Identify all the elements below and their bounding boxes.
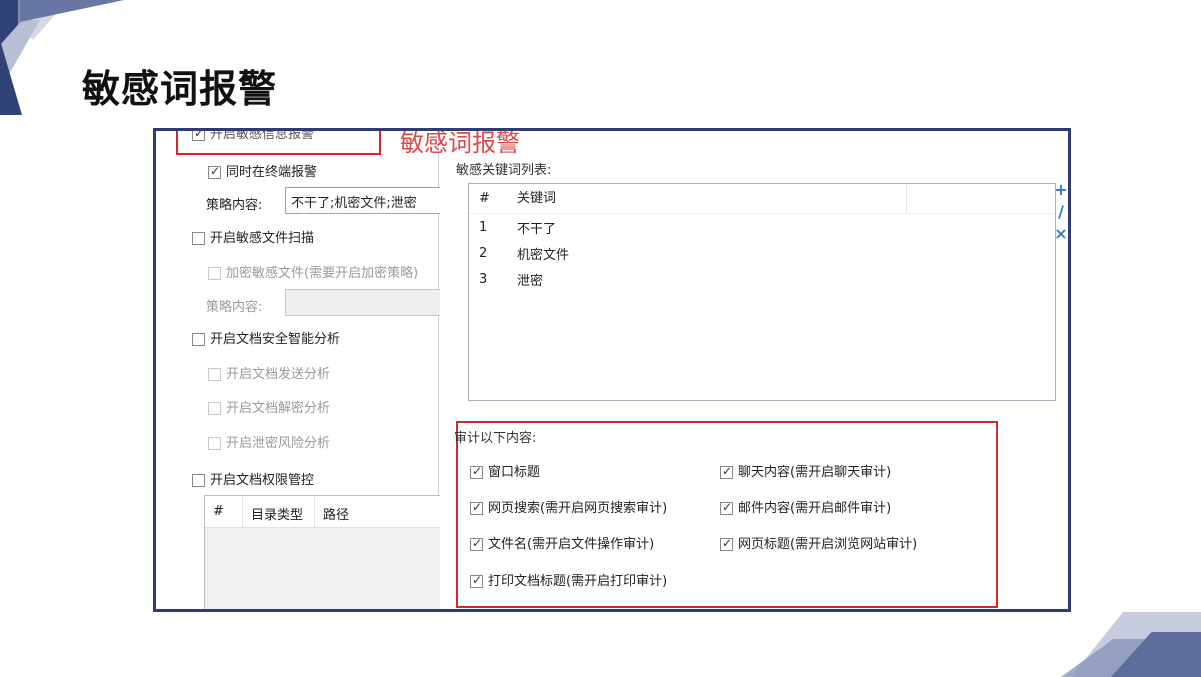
directory-table: # 目录类型 路径 xyxy=(204,495,444,609)
doc-decrypt-option[interactable]: 开启文档解密分析 xyxy=(208,397,330,416)
column-header[interactable]: # xyxy=(205,496,243,527)
audit-option-label: 聊天内容(需开启聊天审计) xyxy=(738,465,892,480)
doc-analysis-checkbox[interactable] xyxy=(192,333,205,346)
encrypt-sensitive-label: 加密敏感文件(需要开启加密策略) xyxy=(226,266,419,281)
strategy-input[interactable]: 不干了;机密文件;泄密 xyxy=(285,187,445,214)
audit-option-web-title[interactable]: 网页标题(需开启浏览网站审计) xyxy=(720,533,917,552)
audit-option-window-title[interactable]: 窗口标题 xyxy=(470,461,540,480)
keyword-table-header: # 关键词 xyxy=(469,183,1055,214)
keyword-panel: 敏感词报警 敏感关键词列表: # 关键词 1 不干了 2 机密文件 3 泄密 +… xyxy=(400,131,1068,609)
overlay-annotation-title: 敏感词报警 xyxy=(400,129,520,157)
sensitive-scan-label: 开启敏感文件扫描 xyxy=(210,231,315,246)
strategy-label-2: 策略内容: xyxy=(206,300,263,315)
column-header[interactable]: # xyxy=(469,191,507,206)
add-icon[interactable]: + xyxy=(1054,179,1068,201)
doc-send-label: 开启文档发送分析 xyxy=(226,367,331,382)
audit-option-label: 窗口标题 xyxy=(488,465,541,480)
table-row[interactable]: 2 机密文件 xyxy=(469,240,1055,266)
column-header[interactable]: 路径 xyxy=(315,496,357,527)
row-number: 2 xyxy=(479,245,488,261)
audit-option-mail[interactable]: 邮件内容(需开启邮件审计) xyxy=(720,497,891,516)
keyword-cell: 机密文件 xyxy=(517,247,570,263)
audit-option-print-title[interactable]: 打印文档标题(需开启打印审计) xyxy=(470,570,667,589)
sync-terminal-checkbox[interactable] xyxy=(208,164,221,179)
row-number: 1 xyxy=(479,219,488,235)
page-title: 敏感词报警 xyxy=(82,67,278,111)
leak-risk-option[interactable]: 开启泄密风险分析 xyxy=(208,432,330,451)
strategy-input-2[interactable] xyxy=(285,289,445,316)
doc-decrypt-checkbox[interactable] xyxy=(208,402,221,415)
enable-alert-label: 开启敏感信息报警 xyxy=(210,128,315,142)
delete-icon[interactable]: × xyxy=(1054,223,1068,245)
audit-option-label: 文件名(需开启文件操作审计) xyxy=(488,537,655,552)
doc-permission-label: 开启文档权限管控 xyxy=(210,473,315,488)
audit-option-filename[interactable]: 文件名(需开启文件操作审计) xyxy=(470,533,654,552)
enable-alert-option[interactable]: 开启敏感信息报警 xyxy=(192,128,315,142)
audit-option-label: 网页搜索(需开启网页搜索审计) xyxy=(488,501,668,516)
encrypt-sensitive-option[interactable]: 加密敏感文件(需要开启加密策略) xyxy=(208,262,418,281)
column-header[interactable]: 目录类型 xyxy=(243,496,315,527)
audit-checkbox[interactable] xyxy=(470,573,483,588)
edit-icon[interactable]: / xyxy=(1054,201,1068,223)
audit-option-chat[interactable]: 聊天内容(需开启聊天审计) xyxy=(720,461,891,480)
audit-option-label: 打印文档标题(需开启打印审计) xyxy=(488,574,668,589)
doc-analysis-option[interactable]: 开启文档安全智能分析 xyxy=(192,328,340,347)
audit-checkbox[interactable] xyxy=(720,464,733,479)
audit-checkbox[interactable] xyxy=(470,536,483,551)
audit-option-label: 邮件内容(需开启邮件审计) xyxy=(738,501,892,516)
audit-checkbox[interactable] xyxy=(470,464,483,479)
audit-checkbox[interactable] xyxy=(720,500,733,515)
leak-risk-checkbox[interactable] xyxy=(208,437,221,450)
encrypt-sensitive-checkbox[interactable] xyxy=(208,267,221,280)
keyword-actions: + / × xyxy=(1054,179,1068,245)
sensitive-scan-option[interactable]: 开启敏感文件扫描 xyxy=(192,227,314,246)
keyword-list-label: 敏感关键词列表: xyxy=(456,163,552,178)
audit-option-label: 网页标题(需开启浏览网站审计) xyxy=(738,537,918,552)
screenshot-frame: 开启敏感信息报警 同时在终端报警 策略内容: 不干了;机密文件;泄密 开启敏感文… xyxy=(153,128,1071,612)
keyword-cell: 泄密 xyxy=(517,273,544,289)
audit-label: 审计以下内容: xyxy=(454,431,537,446)
audit-option-web-search[interactable]: 网页搜索(需开启网页搜索审计) xyxy=(470,497,667,516)
leak-risk-label: 开启泄密风险分析 xyxy=(226,436,331,451)
sensitive-scan-checkbox[interactable] xyxy=(192,232,205,245)
doc-decrypt-label: 开启文档解密分析 xyxy=(226,401,331,416)
sync-terminal-option[interactable]: 同时在终端报警 xyxy=(208,161,317,180)
enable-alert-checkbox[interactable] xyxy=(192,131,205,141)
sync-terminal-label: 同时在终端报警 xyxy=(226,165,318,180)
row-number: 3 xyxy=(479,271,488,287)
policy-settings-panel: 开启敏感信息报警 同时在终端报警 策略内容: 不干了;机密文件;泄密 开启敏感文… xyxy=(156,128,445,609)
doc-send-option[interactable]: 开启文档发送分析 xyxy=(208,363,330,382)
table-row[interactable]: 1 不干了 xyxy=(469,214,1055,240)
corner-decoration-top-left xyxy=(20,0,124,22)
corner-decoration-top-left xyxy=(0,40,22,115)
doc-analysis-label: 开启文档安全智能分析 xyxy=(210,332,341,347)
slide: 敏感词报警 开启敏感信息报警 同时在终端报警 策略内容: 不干了;机密文件;泄密… xyxy=(0,0,1201,677)
keyword-cell: 不干了 xyxy=(517,221,557,237)
audit-checkbox[interactable] xyxy=(720,536,733,551)
column-header[interactable]: 关键词 xyxy=(507,183,907,214)
table-row[interactable]: 3 泄密 xyxy=(469,266,1055,292)
doc-permission-option[interactable]: 开启文档权限管控 xyxy=(192,469,314,488)
doc-permission-checkbox[interactable] xyxy=(192,474,205,487)
strategy-label: 策略内容: xyxy=(206,198,263,213)
audit-checkbox[interactable] xyxy=(470,500,483,515)
doc-send-checkbox[interactable] xyxy=(208,368,221,381)
keyword-table: # 关键词 1 不干了 2 机密文件 3 泄密 xyxy=(468,183,1056,401)
directory-table-header: # 目录类型 路径 xyxy=(205,496,443,528)
